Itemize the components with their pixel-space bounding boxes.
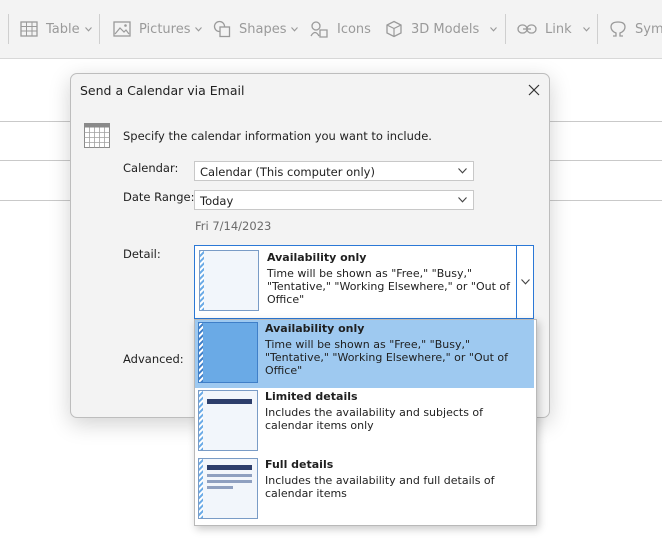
icons-icon — [310, 21, 328, 38]
chevron-down-icon — [582, 26, 590, 32]
ribbon-shapes-label: Shapes — [239, 21, 287, 37]
chevron-down-icon — [520, 279, 530, 285]
date-range-label: Date Range: — [123, 190, 195, 204]
chevron-down-icon — [195, 26, 203, 32]
pictures-icon — [113, 21, 131, 37]
option-limited-details[interactable]: Limited details Includes the availabilit… — [195, 388, 534, 456]
instruction-text: Specify the calendar information you wan… — [123, 129, 432, 143]
ribbon-link-label: Link — [545, 21, 572, 37]
calendar-label: Calendar: — [123, 161, 179, 175]
ribbon-table-button[interactable]: Table — [20, 19, 92, 39]
calendar-select[interactable]: Calendar (This computer only) — [194, 161, 474, 181]
ribbon-table-label: Table — [46, 21, 80, 37]
ribbon-link-button[interactable]: Link — [517, 19, 590, 39]
chevron-down-icon — [490, 26, 498, 32]
date-range-select-value: Today — [200, 194, 234, 208]
chevron-down-icon — [458, 168, 467, 174]
availability-thumbnail — [199, 250, 259, 314]
ribbon-icons-button[interactable]: Icons — [309, 19, 371, 39]
limited-details-thumbnail — [198, 390, 258, 454]
advanced-label: Advanced: — [123, 352, 184, 366]
ribbon-pictures-button[interactable]: Pictures — [113, 19, 203, 39]
option-description: Includes the availability and subjects o… — [265, 406, 484, 432]
option-description: Includes the availability and full detai… — [265, 474, 495, 500]
detail-selected-title: Availability only — [267, 251, 367, 264]
option-full-details[interactable]: Full details Includes the availability a… — [195, 456, 534, 524]
symbol-icon — [610, 21, 626, 37]
detail-dropdown-list: Availability only Time will be shown as … — [194, 319, 537, 526]
link-icon — [517, 24, 537, 34]
shapes-icon — [213, 20, 231, 38]
detail-select[interactable]: Availability only Time will be shown as … — [194, 245, 534, 319]
option-title: Limited details — [265, 390, 358, 403]
ribbon-3d-models-button[interactable]: 3D Models — [385, 19, 498, 39]
ribbon-separator — [597, 14, 598, 44]
ribbon-shapes-button[interactable]: Shapes — [213, 19, 299, 39]
ribbon-separator — [505, 14, 506, 44]
ribbon-symbol-label: Symb — [635, 21, 662, 37]
calendar-select-value: Calendar (This computer only) — [200, 165, 375, 179]
ribbon-separator — [8, 14, 9, 44]
dialog-title: Send a Calendar via Email — [80, 83, 245, 98]
detail-selected-description: Time will be shown as "Free," "Busy," "T… — [267, 267, 511, 306]
chevron-down-icon — [458, 197, 467, 203]
date-range-select[interactable]: Today — [194, 190, 474, 210]
table-icon — [20, 21, 38, 37]
calendar-icon — [84, 123, 110, 151]
ribbon-symbol-button[interactable]: Symb — [609, 19, 662, 39]
detail-label: Detail: — [123, 247, 161, 261]
full-details-thumbnail — [198, 458, 258, 522]
ribbon-separator — [99, 14, 100, 44]
option-availability-only[interactable]: Availability only Time will be shown as … — [195, 320, 534, 388]
ribbon-3d-models-label: 3D Models — [411, 21, 480, 37]
option-description: Time will be shown as "Free," "Busy," "T… — [265, 338, 509, 377]
chevron-down-icon — [84, 26, 92, 32]
option-title: Availability only — [265, 322, 365, 335]
3d-models-icon — [386, 20, 402, 38]
close-button[interactable] — [523, 79, 545, 101]
detail-dropdown-button[interactable] — [516, 246, 533, 318]
availability-thumbnail — [198, 322, 258, 386]
date-text: Fri 7/14/2023 — [195, 219, 272, 233]
chevron-down-icon — [291, 26, 299, 32]
ribbon-icons-label: Icons — [337, 21, 371, 37]
close-icon — [528, 84, 540, 96]
option-title: Full details — [265, 458, 334, 471]
ribbon-toolbar: Table Pictures Shapes Icons 3D Models Li… — [0, 0, 662, 59]
ribbon-pictures-label: Pictures — [139, 21, 191, 37]
